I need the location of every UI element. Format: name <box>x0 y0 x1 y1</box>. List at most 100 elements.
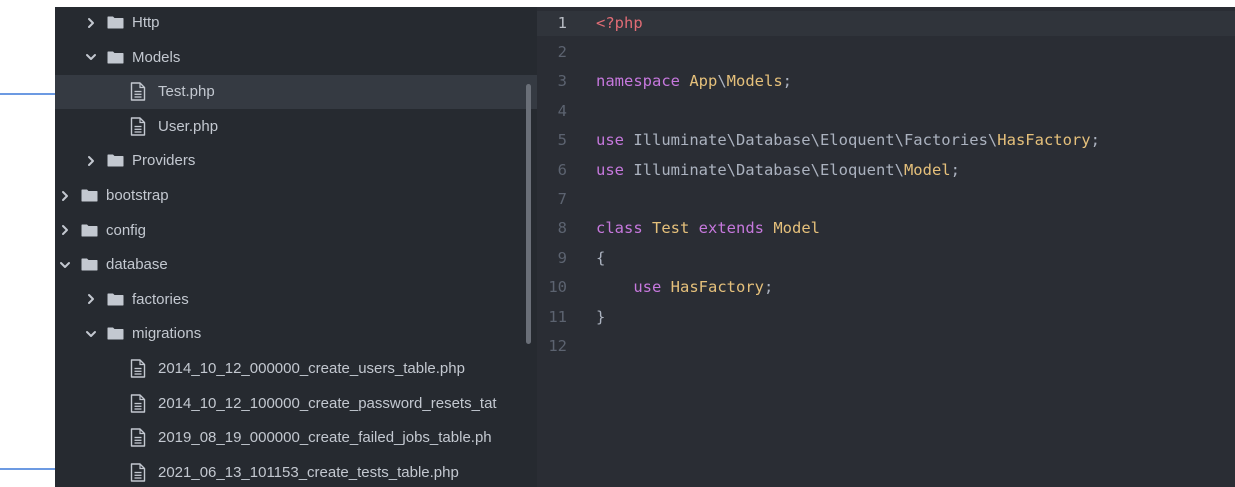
line-number: 7 <box>557 189 567 208</box>
line-number: 2 <box>557 42 567 61</box>
folder-icon <box>107 293 124 306</box>
chevron-down-icon[interactable] <box>58 258 72 272</box>
tree-item-label: Test.php <box>158 83 215 101</box>
code-token: Test <box>652 219 699 238</box>
folder-icon <box>107 327 124 340</box>
tree-folder-migrations[interactable]: migrations <box>55 317 537 351</box>
code-line[interactable]: 11} <box>537 305 1235 330</box>
code-line[interactable]: 9{ <box>537 246 1235 271</box>
code-token: ; <box>763 278 774 297</box>
code-text: { <box>596 246 605 271</box>
tree-item-label: database <box>106 256 168 274</box>
code-line[interactable]: 2 <box>537 40 1235 65</box>
annotation-margin <box>0 0 55 487</box>
code-text: <?php <box>596 11 643 36</box>
code-token: Illuminate\Database\Eloquent\ <box>633 160 904 179</box>
file-tree-sidebar: Http Models Test.php User.php Providers boots… <box>55 7 537 487</box>
file-icon <box>130 359 146 378</box>
code-token: HasFactory <box>997 131 1091 150</box>
code-token: extends <box>698 219 774 238</box>
file-icon <box>130 82 146 101</box>
code-token: use <box>596 131 634 150</box>
file-icon <box>130 117 146 136</box>
code-text: use Illuminate\Database\Eloquent\Model; <box>596 158 960 183</box>
code-token: namespace <box>596 72 690 91</box>
code-line[interactable]: 12 <box>537 334 1235 359</box>
tree-item-label: 2019_08_19_000000_create_failed_jobs_tab… <box>158 429 492 447</box>
tree-folder-models[interactable]: Models <box>55 40 537 74</box>
code-line[interactable]: 4 <box>537 99 1235 124</box>
tree-item-label: Http <box>132 14 160 31</box>
line-number: 5 <box>557 131 567 150</box>
code-token: ; <box>950 160 960 179</box>
code-line[interactable]: 7 <box>537 187 1235 212</box>
code-token: { <box>596 248 606 267</box>
code-token: } <box>596 307 606 326</box>
tree-folder-factories[interactable]: factories <box>55 282 537 316</box>
tree-item-label: 2014_10_12_100000_create_password_resets… <box>158 394 497 412</box>
code-line[interactable]: 6 use Illuminate\Database\Eloquent\Model; <box>537 158 1235 183</box>
tree-file-2014-10-12-000000-create-users-table-php[interactable]: 2014_10_12_000000_create_users_table.php <box>55 352 537 386</box>
code-token: HasFactory <box>670 278 764 297</box>
chevron-right-icon[interactable] <box>58 223 72 237</box>
tree-folder-config[interactable]: config <box>55 213 528 247</box>
code-token: class <box>596 219 652 238</box>
code-token: ; <box>782 72 793 91</box>
code-text: } <box>596 305 605 330</box>
line-number: 12 <box>548 336 567 355</box>
code-token: Models <box>726 72 783 91</box>
code-editor[interactable]: 1 <?php 2 3 namespace App\Models; 4 5 use Illum… <box>537 7 1235 487</box>
chevron-right-icon[interactable] <box>84 292 98 306</box>
code-line[interactable]: 3 namespace App\Models; <box>537 69 1235 94</box>
chevron-right-icon[interactable] <box>58 189 72 203</box>
code-token: ; <box>1090 131 1100 150</box>
chevron-down-icon[interactable] <box>84 50 98 64</box>
tree-folder-bootstrap[interactable]: bootstrap <box>55 179 528 213</box>
chevron-down-icon[interactable] <box>84 327 98 341</box>
tree-file-user-php[interactable]: User.php <box>55 109 537 143</box>
line-number: 4 <box>557 101 567 120</box>
folder-icon <box>107 51 124 64</box>
tree-item-label: config <box>106 221 147 239</box>
code-line[interactable]: 1 <?php <box>537 10 1235 36</box>
code-token: \ <box>717 72 727 91</box>
line-number: 8 <box>557 219 567 238</box>
tree-item-label: bootstrap <box>106 187 169 204</box>
folder-icon <box>107 16 124 29</box>
code-token: Model <box>903 160 951 179</box>
tree-file-2021-06-13-101153-create-tests-table-php[interactable]: 2021_06_13_101153_create_tests_table.php <box>55 455 537 487</box>
tree-folder-database[interactable]: database <box>55 248 528 282</box>
chevron-right-icon[interactable] <box>84 154 98 168</box>
line-number: 3 <box>557 72 567 91</box>
line-number: 9 <box>557 248 567 267</box>
folder-icon <box>81 224 98 237</box>
tree-file-test-php[interactable]: Test.php <box>55 74 537 109</box>
code-token: use <box>596 160 634 179</box>
code-token: Illuminate\Database\Eloquent\Factories\ <box>633 131 998 150</box>
sidebar-scrollbar[interactable] <box>526 84 531 344</box>
chevron-right-icon[interactable] <box>84 16 98 30</box>
line-number: 6 <box>557 160 567 179</box>
code-token: Model <box>773 219 820 238</box>
tree-file-2014-10-12-100000-create-password-resets-tat[interactable]: 2014_10_12_100000_create_password_resets… <box>55 386 537 420</box>
code-text: class Test extends Model <box>596 216 820 241</box>
tree-folder-providers[interactable]: Providers <box>55 144 537 178</box>
tree-item-label: Models <box>132 48 181 66</box>
tree-item-label: migrations <box>132 325 202 343</box>
folder-icon <box>81 258 98 271</box>
tree-file-2019-08-19-000000-create-failed-jobs-table-ph[interactable]: 2019_08_19_000000_create_failed_jobs_tab… <box>55 421 537 455</box>
code-line[interactable]: 10 use HasFactory; <box>537 275 1235 300</box>
tree-item-label: 2014_10_12_000000_create_users_table.php <box>158 360 465 377</box>
tree-item-label: factories <box>132 290 189 308</box>
tree-folder-http[interactable]: Http <box>55 7 537 40</box>
code-line[interactable]: 5 use Illuminate\Database\Eloquent\Factor… <box>537 128 1235 153</box>
code-line[interactable]: 8 class Test extends Model <box>537 216 1235 241</box>
folder-icon <box>107 154 124 167</box>
line-number: 1 <box>557 13 567 32</box>
code-text: use Illuminate\Database\Eloquent\Factori… <box>596 128 1100 153</box>
code-token: use <box>596 278 671 297</box>
code-text: namespace App\Models; <box>596 69 792 94</box>
file-icon <box>130 428 146 447</box>
tree-item-label: Providers <box>132 152 196 170</box>
line-number: 11 <box>548 307 567 326</box>
